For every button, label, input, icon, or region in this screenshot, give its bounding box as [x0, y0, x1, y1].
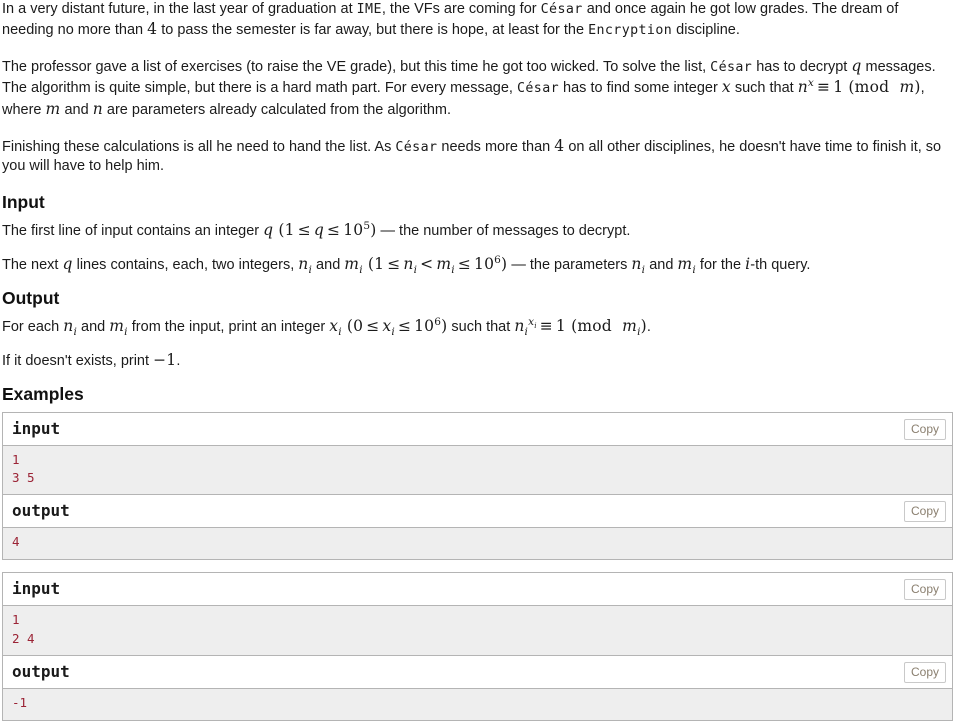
text-run: has to decrypt [752, 59, 852, 76]
tt-cesar: César [710, 60, 753, 76]
text-run: and [77, 318, 110, 335]
text-run: -th query. [750, 256, 811, 273]
legend-paragraph-3: Finishing these calculations is all he n… [2, 136, 953, 176]
text-run: The next [2, 256, 63, 273]
text-run: has to find some integer [559, 80, 722, 97]
input-spec-line-2: The next q lines contains, each, two int… [2, 254, 953, 275]
legend-paragraph-2: The professor gave a list of exercises (… [2, 56, 953, 119]
sample-2-output-title: output Copy [3, 655, 952, 689]
input-section-heading: Input [2, 191, 45, 212]
tt-cesar: César [395, 139, 438, 155]
math-mi: mi [677, 254, 696, 276]
text-run: lines contains, each, two integers, [72, 256, 299, 273]
math-four: 4 [147, 20, 158, 39]
sample-test-2: input Copy 1 2 4 output Copy -1 [2, 572, 953, 721]
sample-2-output-data[interactable]: -1 [3, 688, 952, 721]
problem-statement: In a very distant future, in the last ye… [0, 0, 957, 721]
sample-1-input-data[interactable]: 1 3 5 [3, 446, 952, 496]
math-mi: mi [109, 316, 128, 338]
sample-1-output-title: output Copy [3, 495, 952, 529]
examples-heading: Examples [2, 384, 84, 405]
sample-1-input-title: input Copy [3, 413, 952, 446]
sample-2-input-label: input [12, 579, 61, 599]
copy-button[interactable]: Copy [903, 419, 946, 440]
sample-2-input-data[interactable]: 1 2 4 [3, 606, 952, 656]
output-spec-line-2: If it doesn't exists, print −1. [2, 350, 953, 371]
text-run: and [312, 256, 345, 273]
sample-1-input-label: input [12, 419, 61, 438]
sample-test-1: input Copy 1 3 5 output Copy 4 [2, 412, 953, 561]
input-spec-line-1: The first line of input contains an inte… [2, 220, 953, 241]
tt-encryption: Encryption [588, 23, 673, 39]
math-ni: ni [631, 254, 646, 276]
math-congruence-i: nixi ≡ 1 (mod mi) [514, 315, 647, 338]
sample-tests: input Copy 1 3 5 output Copy 4 input Cop… [2, 412, 953, 721]
text-run: . [176, 353, 181, 369]
math-q-range: q (1 ≤ q ≤105) [263, 219, 377, 239]
text-run: The professor gave a list of exercises (… [2, 59, 711, 76]
text-run: Finishing these calculations is all he n… [2, 138, 396, 155]
tt-cesar: César [540, 2, 583, 17]
math-n: n [92, 99, 103, 118]
copy-button[interactable]: Copy [903, 501, 946, 523]
math-ni: ni [298, 254, 313, 276]
math-m: m [45, 99, 61, 118]
math-x: x [721, 78, 731, 97]
sample-2-output-label: output [12, 661, 70, 681]
text-run: to pass the semester is far away, but th… [157, 22, 589, 39]
text-run: from the input, print an integer [127, 318, 330, 335]
sample-1-output-data[interactable]: 4 [3, 528, 952, 561]
math-xi-range: xi (0 ≤ xi ≤106) [329, 315, 448, 338]
text-run: and [60, 101, 93, 118]
copy-button[interactable]: Copy [903, 661, 946, 683]
math-ni: ni [63, 316, 78, 338]
text-run: For each [2, 318, 64, 335]
text-run: — the number of messages to decrypt. [376, 222, 631, 239]
text-run: In a very distant future, in the last ye… [2, 1, 357, 17]
math-congruence: nx ≡ 1 (mod m) [797, 77, 921, 97]
math-q: q [62, 254, 73, 273]
output-spec-line-1: For each ni and mi from the input, print… [2, 316, 953, 337]
tt-ime: IME [356, 2, 382, 17]
sample-1-output-label: output [12, 501, 70, 521]
text-run: needs more than [437, 138, 555, 155]
math-four: 4 [554, 136, 565, 155]
text-run: discipline. [672, 22, 740, 39]
legend-paragraph-1: In a very distant future, in the last ye… [2, 0, 953, 40]
text-run: . [646, 318, 651, 335]
text-run: such that [730, 80, 798, 97]
text-run: are parameters already calculated from t… [102, 101, 452, 118]
text-run: such that [447, 318, 515, 335]
math-q: q [851, 57, 862, 76]
output-section-heading: Output [2, 288, 60, 308]
math-minus-one: −1 [153, 351, 177, 369]
sample-2-input-title: input Copy [3, 573, 952, 607]
text-run: , the VFs are coming for [381, 1, 541, 17]
text-run: for the [695, 256, 746, 273]
tt-cesar: César [516, 81, 560, 97]
math-mi-range: mi (1 ≤ ni < mi ≤106) [344, 253, 508, 276]
text-run: — the parameters [507, 256, 632, 273]
text-run: The first line of input contains an inte… [2, 222, 264, 239]
text-run: and [645, 256, 678, 273]
copy-button[interactable]: Copy [903, 579, 946, 601]
text-run: If it doesn't exists, print [2, 353, 154, 369]
